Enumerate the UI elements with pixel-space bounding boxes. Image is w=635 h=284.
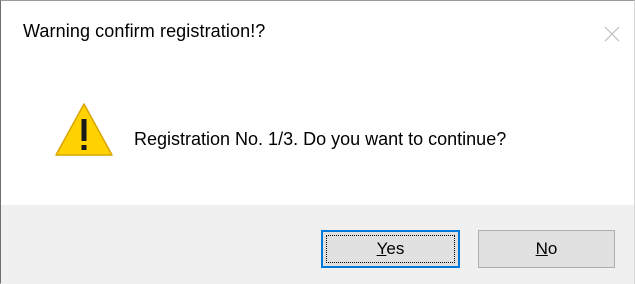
no-button-label: No bbox=[535, 239, 558, 258]
close-icon bbox=[604, 26, 620, 42]
yes-button[interactable]: Yes bbox=[321, 230, 460, 268]
warning-icon bbox=[54, 102, 114, 157]
no-button[interactable]: No bbox=[478, 230, 615, 268]
button-bar: Yes No bbox=[1, 205, 634, 284]
dialog-title: Warning confirm registration!? bbox=[23, 21, 266, 41]
title-bar: Warning confirm registration!? bbox=[1, 1, 634, 59]
confirm-dialog: Warning confirm registration!? Registrat… bbox=[0, 0, 635, 284]
dialog-body: Registration No. 1/3. Do you want to con… bbox=[1, 59, 634, 205]
dialog-message: Registration No. 1/3. Do you want to con… bbox=[134, 129, 507, 149]
yes-button-label: Yes bbox=[376, 239, 405, 258]
close-button[interactable] bbox=[597, 19, 627, 49]
